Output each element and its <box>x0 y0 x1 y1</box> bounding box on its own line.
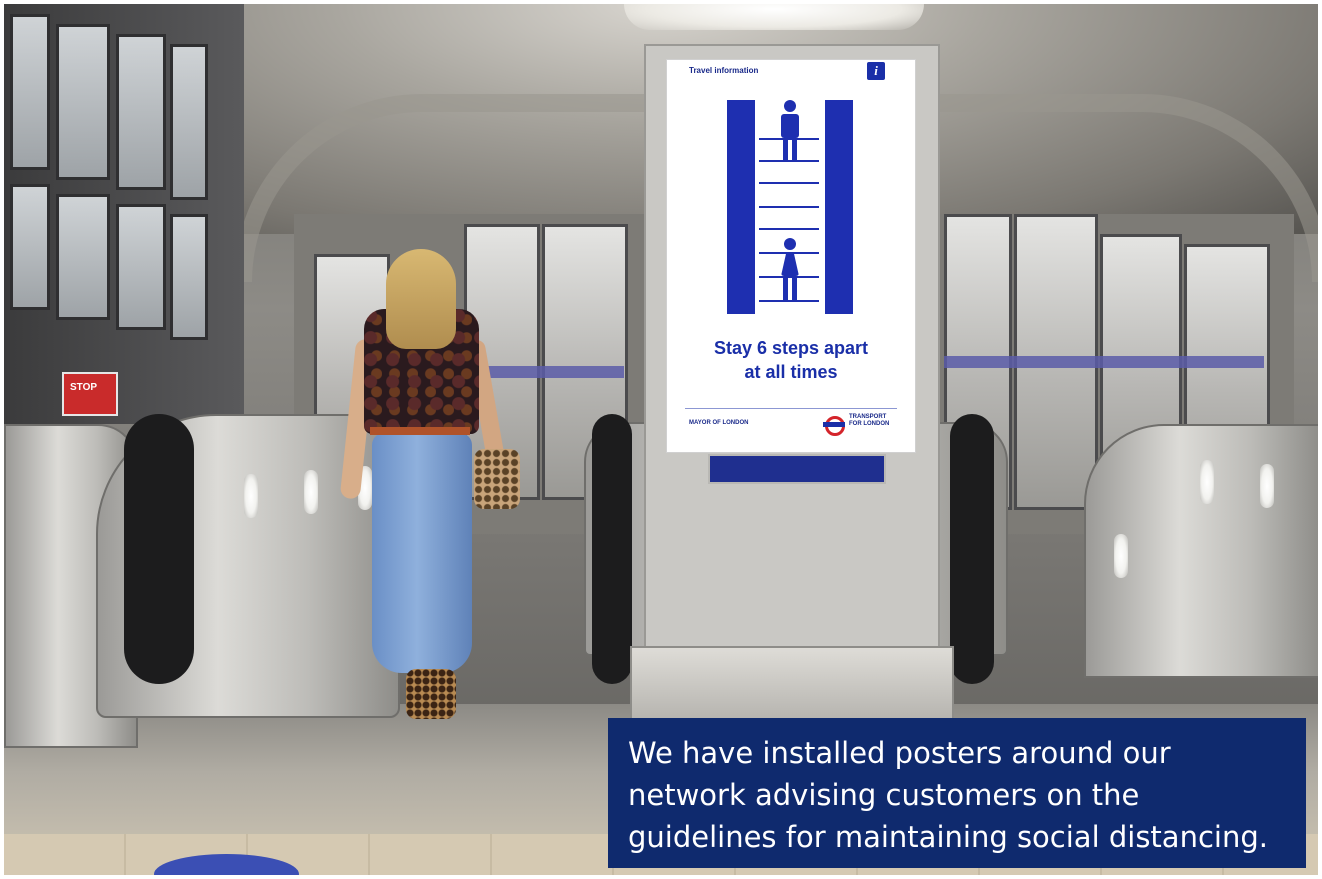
glass-pane <box>170 44 208 200</box>
escalator-graphic-side <box>727 100 755 314</box>
glass-pane <box>10 14 50 170</box>
caption-line3: guidelines for maintaining social distan… <box>628 820 1268 854</box>
emergency-stop-sign: STOP <box>62 372 118 416</box>
escalator-graphic-step <box>759 182 819 184</box>
glass-pane <box>56 24 110 180</box>
escalator-graphic-step <box>759 206 819 208</box>
woman-shoes <box>406 669 456 719</box>
poster-message-line2: at all times <box>744 362 838 382</box>
poster-stand-base <box>630 646 954 722</box>
glass-pane <box>170 214 208 340</box>
caption-line2: network advising customers on the <box>628 778 1140 812</box>
glass-pane <box>56 194 110 320</box>
left-glass-wall <box>4 4 244 424</box>
escalator-light <box>304 470 318 514</box>
distancing-poster: Travel information i Stay 6 steps apart … <box>666 59 916 453</box>
poster-divider <box>685 408 897 409</box>
poster-header: Travel information <box>689 66 759 75</box>
ceiling-light <box>624 4 924 30</box>
tfl-roundel-icon <box>823 414 845 436</box>
poster-message-line1: Stay 6 steps apart <box>713 338 869 358</box>
tfl-label-line2: FOR LONDON <box>849 421 890 427</box>
escalator-graphic-side <box>825 100 853 314</box>
poster-message: Stay 6 steps apart at all times <box>667 336 915 384</box>
info-icon: i <box>867 62 885 80</box>
escalator-info-plaque <box>708 454 886 484</box>
middle-escalator-handrail-right <box>950 414 994 684</box>
wall-stripe <box>944 356 1264 368</box>
glass-pane <box>116 204 166 330</box>
woman-handbag <box>474 449 520 509</box>
escalator-graphic-step <box>759 228 819 230</box>
caption-box: We have installed posters around our net… <box>608 718 1306 868</box>
woman-walking <box>334 249 534 729</box>
escalator-light <box>1114 534 1128 578</box>
woman-belt <box>370 427 470 435</box>
female-figure-icon <box>775 238 805 300</box>
mayor-of-london-label: MAYOR OF LONDON <box>689 420 749 426</box>
tfl-label-line1: TRANSPORT <box>849 414 887 420</box>
tfl-label: TRANSPORT FOR LONDON <box>849 414 909 428</box>
escalator-graphic-step <box>759 300 819 302</box>
caption-text: We have installed posters around our net… <box>628 732 1298 858</box>
left-escalator-handrail <box>124 414 194 684</box>
woman-jeans <box>372 433 472 673</box>
stop-sign-label: STOP <box>70 382 98 393</box>
glass-pane <box>116 34 166 190</box>
glass-pane <box>10 184 50 310</box>
woman-hair <box>386 249 456 349</box>
caption-line1: We have installed posters around our <box>628 736 1171 770</box>
escalator-light <box>244 474 258 518</box>
photo-frame: STOP Travel information i Stay 6 steps a… <box>4 4 1318 875</box>
escalator-light <box>1200 460 1214 504</box>
escalator-light <box>1260 464 1274 508</box>
male-figure-icon <box>775 100 805 162</box>
middle-escalator-handrail-left <box>592 414 632 684</box>
